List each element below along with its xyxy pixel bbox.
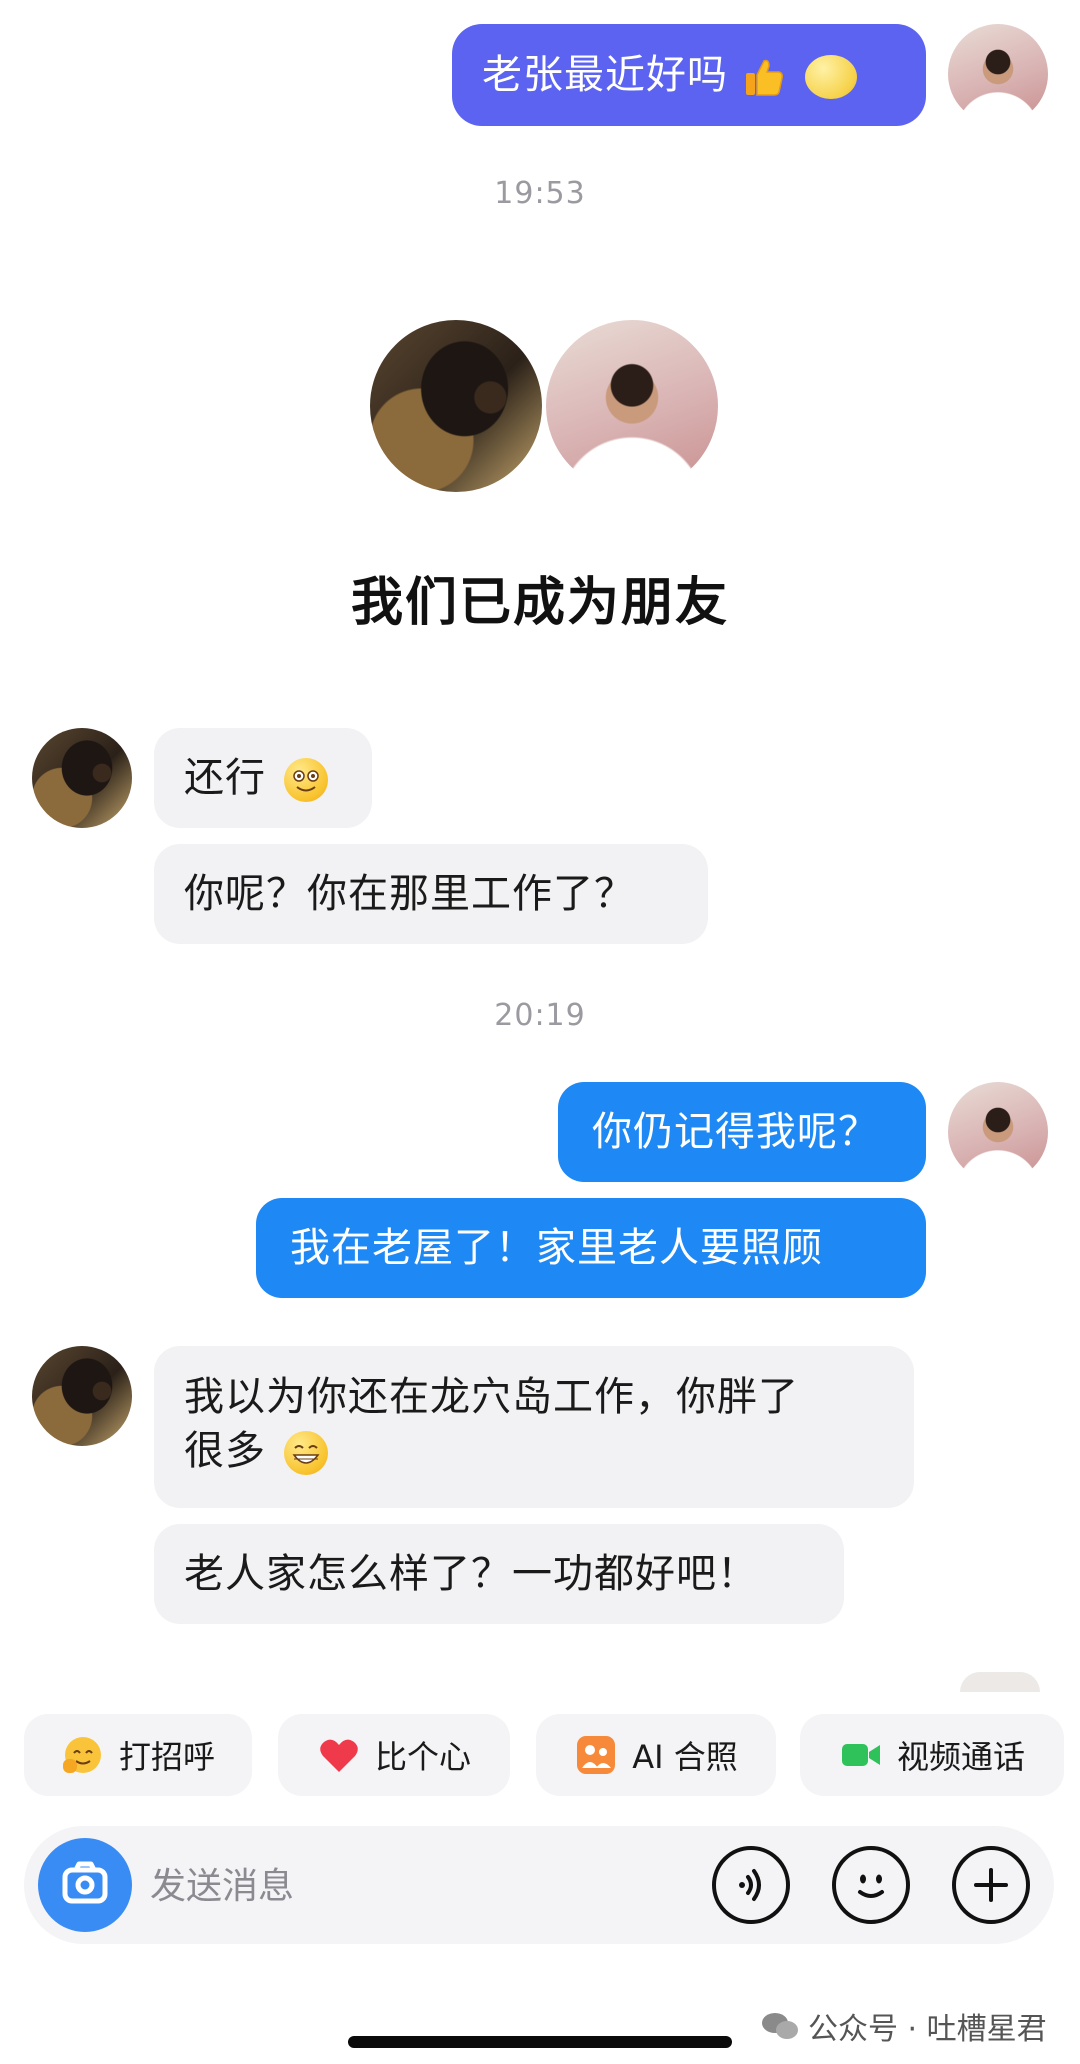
incoming-message-bubble[interactable]: 老人家怎么样了？一功都好吧！ (154, 1524, 844, 1624)
outgoing-message-bubble[interactable]: 你仍记得我呢？ (558, 1082, 926, 1182)
partial-avatar-peek (960, 1672, 1040, 1692)
voice-icon (739, 1869, 761, 1901)
emoji-button[interactable] (832, 1846, 910, 1924)
message-text: 老人家怎么样了？一功都好吧！ (184, 1551, 758, 1597)
home-indicator (348, 2036, 732, 2048)
wave-emoji-icon (61, 1733, 105, 1777)
message-text: 你呢？你在那里工作了？ (184, 871, 635, 917)
friend-avatar[interactable] (32, 1346, 132, 1446)
friends-banner-title: 我们已成为朋友 (350, 573, 729, 633)
message-input[interactable] (148, 1850, 712, 1922)
video-call-icon (839, 1733, 883, 1777)
incoming-message-bubble[interactable]: 我以为你还在龙穴岛工作，你胖了 很多 (154, 1346, 914, 1508)
grinning-face-emoji (283, 1431, 328, 1475)
quick-action-label: 打招呼 (118, 1738, 215, 1776)
thumbs-up-emoji (742, 55, 786, 99)
quick-action-label: 比个心 (374, 1738, 471, 1776)
my-avatar[interactable] (948, 24, 1048, 124)
friend-avatar[interactable] (32, 728, 132, 828)
timestamp: 19:53 (494, 176, 586, 211)
message-text: 老张最近好吗 (482, 52, 728, 98)
my-avatar[interactable] (948, 1082, 1048, 1182)
wechat-icon (762, 2013, 798, 2039)
plus-button[interactable] (952, 1846, 1030, 1924)
outgoing-message-bubble[interactable]: 我在老屋了！家里老人要照顾 (256, 1198, 926, 1298)
quick-action-ai-photo[interactable]: AI 合照 (536, 1714, 776, 1796)
message-text-line: 很多 (184, 1428, 266, 1474)
heart-icon (317, 1733, 361, 1777)
outgoing-message-bubble[interactable]: 老张最近好吗 (452, 24, 926, 126)
incoming-message-bubble[interactable]: 你呢？你在那里工作了？ (154, 844, 708, 944)
message-text: 还行 (184, 755, 266, 801)
message-text: 你仍记得我呢？ (592, 1109, 879, 1155)
emoji-face-icon (858, 1874, 884, 1898)
quick-action-label: 视频通话 (896, 1738, 1025, 1776)
timestamp: 20:19 (494, 998, 586, 1033)
plus-icon (974, 1868, 1008, 1902)
smiling-face-emoji (283, 758, 328, 802)
friend-banner-avatar-dog (366, 316, 546, 496)
chat-screen: 老张最近好吗 19:53 我们已成为朋友 还行 你呢？你在那里工作了？ 20:1… (0, 0, 1080, 2064)
ai-photo-icon (574, 1733, 618, 1777)
watermark: 公众号 · 吐槽星君 (760, 2004, 1047, 2048)
message-input-bar (24, 1826, 1054, 1944)
quick-action-label: AI 合照 (632, 1738, 738, 1776)
incoming-message-bubble[interactable]: 还行 (154, 728, 372, 828)
thinking-face-emoji (805, 55, 858, 99)
quick-action-wave[interactable]: 打招呼 (24, 1714, 252, 1796)
message-text: 我在老屋了！家里老人要照顾 (290, 1225, 823, 1271)
friend-banner-avatar-me (542, 316, 722, 496)
voice-button[interactable] (712, 1846, 790, 1924)
camera-icon (62, 1861, 108, 1904)
quick-action-video-call[interactable]: 视频通话 (800, 1714, 1064, 1796)
camera-button[interactable] (38, 1838, 132, 1932)
watermark-text: 公众号 · 吐槽星君 (808, 2012, 1047, 2047)
message-text-line: 我以为你还在龙穴岛工作，你胖了 (184, 1374, 799, 1420)
quick-action-heart[interactable]: 比个心 (278, 1714, 510, 1796)
